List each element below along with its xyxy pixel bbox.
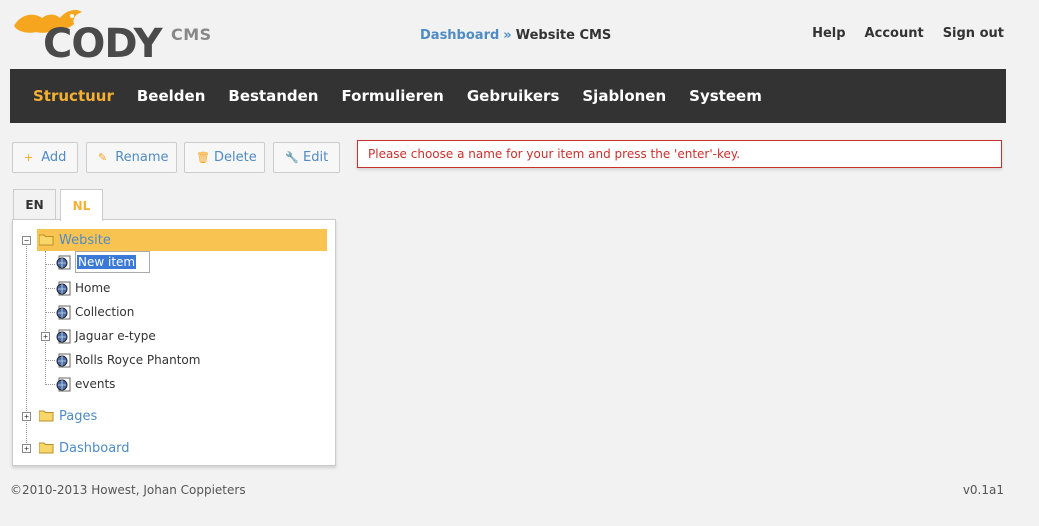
- cody-logo[interactable]: CODY CMS: [10, 4, 212, 67]
- collapse-toggle[interactable]: −: [22, 236, 31, 245]
- breadcrumb: Dashboard » Website CMS: [420, 28, 611, 43]
- tree-panel: − Website New item Home Collection + Jag…: [12, 219, 336, 466]
- page-globe-icon: [56, 377, 71, 391]
- breadcrumb-current: Website CMS: [515, 28, 612, 43]
- tree-line: [45, 288, 55, 289]
- tree-node-label: Jaguar e-type: [75, 329, 156, 343]
- pencil-icon: ✎: [98, 151, 108, 164]
- wrench-icon: 🔧: [285, 151, 299, 164]
- page-globe-icon: [56, 281, 71, 295]
- page-globe-icon: [56, 255, 71, 269]
- footer-copyright: ©2010-2013 Howest, Johan Coppieters: [10, 483, 246, 497]
- tree-line: [45, 360, 55, 361]
- folder-open-icon: [39, 234, 54, 246]
- delete-button[interactable]: 🗑 Delete: [184, 142, 265, 173]
- add-button-label: Add: [41, 150, 67, 165]
- expand-toggle[interactable]: +: [41, 332, 50, 341]
- trash-icon: 🗑: [196, 151, 210, 164]
- tree-node-events[interactable]: events: [56, 374, 115, 394]
- page-globe-icon: [56, 305, 71, 319]
- folder-icon: [39, 410, 54, 422]
- tree-line: [45, 312, 55, 313]
- error-message: Please choose a name for your item and p…: [357, 140, 1002, 168]
- logo-text: CODY: [43, 21, 163, 67]
- add-button[interactable]: + Add: [12, 142, 78, 173]
- top-links: Help Account Sign out: [812, 26, 1004, 41]
- nav-item-bestanden[interactable]: Bestanden: [228, 87, 318, 105]
- rename-input-value: New item: [77, 255, 137, 269]
- help-link[interactable]: Help: [812, 26, 845, 41]
- nav-item-sjablonen[interactable]: Sjablonen: [582, 87, 666, 105]
- tree-node-jaguar-e-type[interactable]: Jaguar e-type: [56, 326, 156, 346]
- sign-out-link[interactable]: Sign out: [943, 26, 1004, 41]
- tree-node-dashboard[interactable]: Dashboard: [39, 438, 130, 458]
- tab-en[interactable]: EN: [13, 189, 56, 220]
- nav-item-formulieren[interactable]: Formulieren: [342, 87, 444, 105]
- tree-node-label: Website: [59, 232, 111, 248]
- nav-item-beelden[interactable]: Beelden: [137, 87, 206, 105]
- nav-item-gebruikers[interactable]: Gebruikers: [467, 87, 560, 105]
- tree-node-label: Rolls Royce Phantom: [75, 353, 201, 367]
- rename-button-label: Rename: [115, 150, 169, 165]
- page-globe-icon: [56, 329, 71, 343]
- footer-version: v0.1a1: [962, 483, 1004, 497]
- logo-suffix: CMS: [171, 25, 212, 44]
- expand-toggle[interactable]: +: [22, 444, 31, 453]
- nav-item-systeem[interactable]: Systeem: [689, 87, 762, 105]
- rename-input[interactable]: New item: [75, 251, 150, 273]
- nav-item-structuur[interactable]: Structuur: [33, 87, 114, 105]
- tree-node-website[interactable]: Website: [39, 230, 111, 250]
- breadcrumb-dashboard-link[interactable]: Dashboard: [420, 28, 499, 43]
- tab-nl[interactable]: NL: [60, 189, 103, 221]
- folder-icon: [39, 442, 54, 454]
- tree-node-label: Dashboard: [59, 440, 130, 456]
- tree-node-label: Pages: [59, 408, 98, 424]
- rename-button[interactable]: ✎ Rename: [86, 142, 177, 173]
- edit-button[interactable]: 🔧 Edit: [273, 142, 340, 173]
- tree-node-collection[interactable]: Collection: [56, 302, 134, 322]
- tree-node-pages[interactable]: Pages: [39, 406, 97, 426]
- plus-icon: +: [24, 151, 34, 164]
- tree-node-rolls-royce-phantom[interactable]: Rolls Royce Phantom: [56, 350, 200, 370]
- tree-line: [45, 384, 55, 385]
- page: CODY CMS Dashboard» Website CMS Help Acco…: [0, 0, 1039, 526]
- page-globe-icon: [56, 353, 71, 367]
- breadcrumb-separator: »: [503, 28, 512, 43]
- tree-node-home[interactable]: Home: [56, 278, 110, 298]
- tree-line: [45, 264, 55, 265]
- tree-node-new-item[interactable]: New item: [56, 251, 150, 273]
- main-nav: Structuur Beelden Bestanden Formulieren …: [10, 69, 1006, 123]
- account-link[interactable]: Account: [865, 26, 924, 41]
- edit-button-label: Edit: [303, 150, 329, 165]
- delete-button-label: Delete: [214, 150, 257, 165]
- tree-node-label: Collection: [75, 305, 135, 319]
- tree-node-label: events: [75, 377, 116, 391]
- tree-node-label: Home: [75, 281, 111, 295]
- expand-toggle[interactable]: +: [22, 412, 31, 421]
- tree-line: [45, 251, 46, 385]
